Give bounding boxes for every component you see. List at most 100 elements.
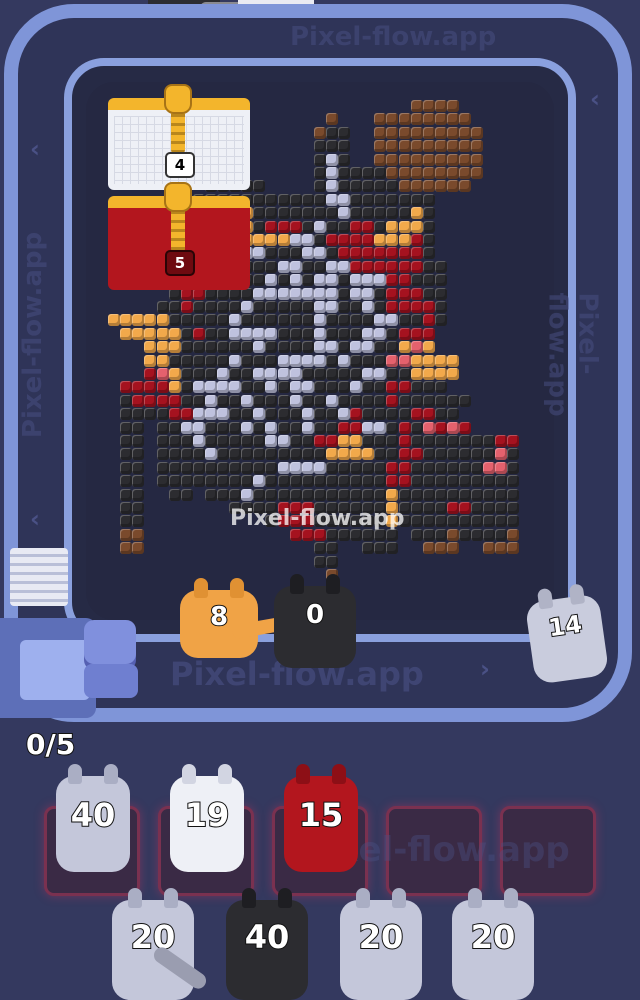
pixel-cell	[422, 207, 435, 220]
pixel-cell	[229, 421, 242, 434]
pixel-cell	[325, 408, 338, 421]
pixel-cell	[374, 301, 387, 313]
slot-pig-grey[interactable]: 40	[56, 764, 130, 872]
pixel-cell	[459, 528, 471, 541]
crate-chain-icon	[171, 205, 185, 253]
pixel-cell	[325, 247, 338, 260]
pixel-cell	[434, 461, 447, 474]
pixel-cell	[410, 368, 423, 380]
pixel-cell	[362, 408, 375, 421]
pig-ear	[468, 888, 482, 908]
pixel-cell	[217, 341, 229, 354]
pixel-cell	[265, 260, 278, 273]
pixel-cell	[434, 354, 447, 367]
pixel-cell	[265, 381, 278, 394]
pixel-cell	[422, 448, 435, 461]
pixel-cell	[168, 488, 181, 501]
pixel-cell	[434, 113, 447, 126]
pixel-cell	[422, 542, 435, 555]
pixel-cell	[253, 475, 266, 488]
pixel-cell	[471, 461, 484, 474]
pixel-cell	[350, 327, 363, 340]
pixel-cell	[217, 488, 229, 501]
pixel-cell	[434, 140, 447, 153]
track-pig-grey[interactable]: 14	[524, 583, 610, 685]
pixel-cell	[168, 435, 181, 447]
pixel-cell	[338, 180, 350, 193]
pixel-cell	[313, 247, 326, 260]
pixel-cell	[253, 341, 266, 354]
crate-red-count: 5	[165, 250, 195, 276]
pixel-cell	[313, 207, 326, 220]
pig-ear	[504, 888, 518, 908]
pixel-cell	[507, 448, 520, 461]
pixel-cell	[325, 113, 338, 126]
queue-pig-2[interactable]: 40	[226, 888, 308, 1000]
pixel-cell	[459, 180, 471, 193]
pixel-cell	[410, 113, 423, 126]
crate-white-count: 4	[165, 152, 195, 178]
pig-ear	[164, 888, 178, 908]
pixel-cell	[362, 207, 375, 220]
track-pig-black[interactable]: 0	[274, 574, 356, 668]
slot-pig-white[interactable]: 19	[170, 764, 244, 872]
pixel-cell	[374, 381, 387, 394]
pixel-cell	[446, 515, 459, 528]
pixel-cell	[313, 301, 326, 313]
pixel-cell	[374, 327, 387, 340]
pixel-cell	[338, 475, 350, 488]
pixel-cell	[204, 435, 217, 447]
pixel-cell	[229, 461, 242, 474]
pixel-cell	[289, 421, 302, 434]
pixel-cell	[338, 153, 350, 166]
pixel-cell	[434, 287, 447, 300]
pixel-cell	[495, 528, 508, 541]
pixel-cell	[325, 435, 338, 447]
pixel-cell	[507, 528, 520, 541]
pixel-cell	[289, 448, 302, 461]
pixel-cell	[180, 461, 193, 474]
pixel-cell	[132, 461, 145, 474]
pixel-cell	[289, 461, 302, 474]
pixel-cell	[277, 207, 290, 220]
pixel-cell	[313, 475, 326, 488]
queue-pig-1[interactable]: 20	[112, 888, 194, 1000]
slot-pig-grey-count: 40	[70, 795, 117, 835]
pixel-cell	[350, 341, 363, 354]
pixel-cell	[313, 555, 326, 568]
pixel-cell	[241, 461, 254, 474]
pixel-cell	[277, 327, 290, 340]
slot-pig-red[interactable]: 15	[284, 764, 358, 872]
queue-pig-4[interactable]: 20	[452, 888, 534, 1000]
pixel-cell	[204, 394, 217, 407]
pixel-cell	[313, 180, 326, 193]
pixel-cell	[229, 314, 242, 327]
pixel-cell	[168, 475, 181, 488]
pixel-cell	[204, 461, 217, 474]
pixel-cell	[422, 475, 435, 488]
pixel-cell	[325, 180, 338, 193]
pixel-cell	[350, 488, 363, 501]
pixel-cell	[386, 260, 399, 273]
pixel-cell	[180, 381, 193, 394]
pixel-cell	[253, 461, 266, 474]
pixel-cell	[313, 368, 326, 380]
pixel-cell	[241, 435, 254, 447]
pixel-cell	[325, 542, 338, 555]
pixel-cell	[374, 408, 387, 421]
launcher-button[interactable]	[84, 620, 136, 664]
pixel-cell	[398, 207, 411, 220]
pixel-cell	[168, 381, 181, 394]
track-watermark-left: Pixel-flow.app	[18, 231, 49, 439]
pixel-cell	[132, 528, 145, 541]
pixel-cell	[325, 314, 338, 327]
pixel-cell	[374, 354, 387, 367]
pixel-cell	[325, 475, 338, 488]
pixel-cell	[507, 515, 520, 528]
pixel-cell	[446, 421, 459, 434]
pixel-cell	[446, 167, 459, 179]
pig-ear	[218, 764, 232, 784]
pixel-cell	[386, 301, 399, 313]
pixel-cell	[229, 394, 242, 407]
queue-pig-3[interactable]: 20	[340, 888, 422, 1000]
